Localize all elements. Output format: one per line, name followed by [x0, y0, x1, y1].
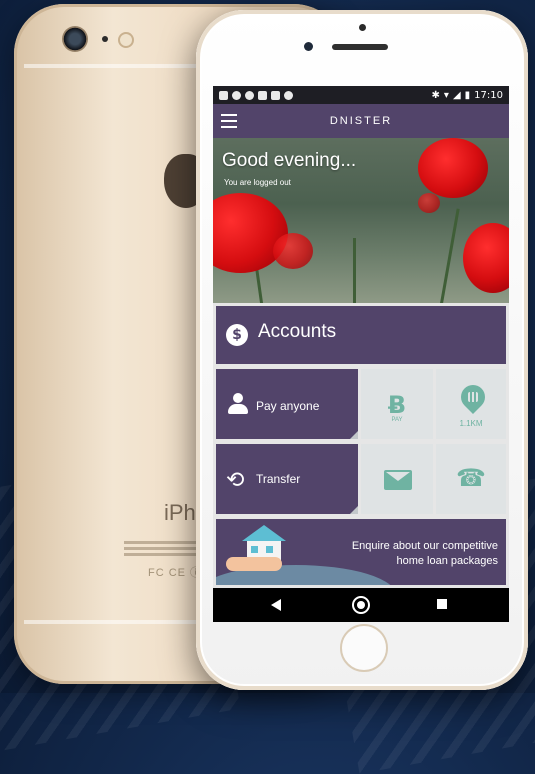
- person-icon: [228, 393, 248, 415]
- home-button[interactable]: [340, 624, 388, 672]
- pay-anyone-tile[interactable]: Pay anyone: [216, 369, 358, 439]
- app-title: DNISTER: [329, 115, 393, 127]
- status-bar: ✱ ▾ ◢ ▮ 17:10: [213, 86, 509, 104]
- hand-icon: [226, 557, 282, 571]
- mail-tile[interactable]: [361, 444, 433, 514]
- signal-icon: ◢: [452, 89, 461, 101]
- location-pin-icon: [456, 380, 490, 414]
- app-screen: ✱ ▾ ◢ ▮ 17:10 DNISTER Good evening... Yo…: [213, 86, 509, 622]
- battery-icon: ▮: [464, 89, 471, 101]
- app-bar: DNISTER: [213, 104, 509, 138]
- notification-icon: [219, 90, 228, 100]
- login-status-text: You are logged out: [224, 178, 291, 187]
- notification-icon: [245, 90, 254, 100]
- mail-icon: [384, 470, 412, 490]
- nav-home-icon[interactable]: [352, 596, 370, 614]
- notification-icon: [271, 90, 280, 100]
- poppy-image: [418, 193, 440, 213]
- accounts-label: Accounts: [258, 321, 337, 342]
- notification-icon: [258, 90, 267, 100]
- wifi-icon: ▾: [443, 89, 449, 101]
- pay-sub-label: PAY: [391, 417, 403, 423]
- poppy-image: [463, 223, 509, 293]
- poppy-image: [418, 138, 488, 198]
- notification-icon: [232, 90, 241, 100]
- notification-icons: [219, 90, 293, 100]
- location-tile[interactable]: 1.1KM: [436, 369, 506, 439]
- transfer-tile[interactable]: ⟲ Transfer: [216, 444, 358, 514]
- front-camera-icon: [304, 42, 313, 51]
- home-loan-promo[interactable]: Enquire about our competitive home loan …: [216, 519, 506, 585]
- clock-time: 17:10: [474, 89, 503, 101]
- camera-lens-icon: [62, 26, 88, 52]
- hero-banner: Good evening... You are logged out: [213, 138, 509, 303]
- notification-icon: [284, 90, 293, 100]
- menu-icon[interactable]: [221, 114, 237, 128]
- promo-text: Enquire about our competitive home loan …: [308, 539, 498, 569]
- system-icons: ✱ ▾ ◢ ▮ 17:10: [432, 90, 503, 101]
- promo-line-2: home loan packages: [396, 555, 498, 567]
- bluetooth-icon: ✱: [431, 89, 440, 101]
- bitcoin-icon: Ƀ: [387, 391, 407, 419]
- dashboard-tiles: $ Accounts Pay anyone Ƀ PAY 1.1KM ⟲ Tran…: [213, 303, 509, 603]
- earpiece-icon: [332, 44, 388, 50]
- flash-icon: [118, 32, 134, 48]
- promo-line-1: Enquire about our competitive: [351, 540, 498, 552]
- accounts-tile[interactable]: $ Accounts: [216, 306, 506, 364]
- pay-tile[interactable]: Ƀ PAY: [361, 369, 433, 439]
- phone-tile[interactable]: ☎: [436, 444, 506, 514]
- poppy-image: [273, 233, 313, 269]
- proximity-sensor-icon: [359, 24, 366, 31]
- regulatory-text: [124, 538, 204, 560]
- nav-back-icon[interactable]: [271, 599, 281, 611]
- dollar-icon: $: [226, 324, 248, 346]
- nav-recent-icon[interactable]: [437, 599, 447, 609]
- distance-label: 1.1KM: [459, 419, 483, 428]
- certification-marks: FC CE ⓘ: [148, 567, 203, 579]
- greeting-text: Good evening...: [222, 150, 357, 171]
- transfer-label: Transfer: [256, 472, 301, 486]
- android-nav-bar: [213, 588, 509, 622]
- mic-dot-icon: [102, 36, 108, 42]
- pay-anyone-label: Pay anyone: [256, 399, 320, 413]
- transfer-icon: ⟲: [226, 468, 245, 493]
- phone-icon: ☎: [456, 464, 486, 492]
